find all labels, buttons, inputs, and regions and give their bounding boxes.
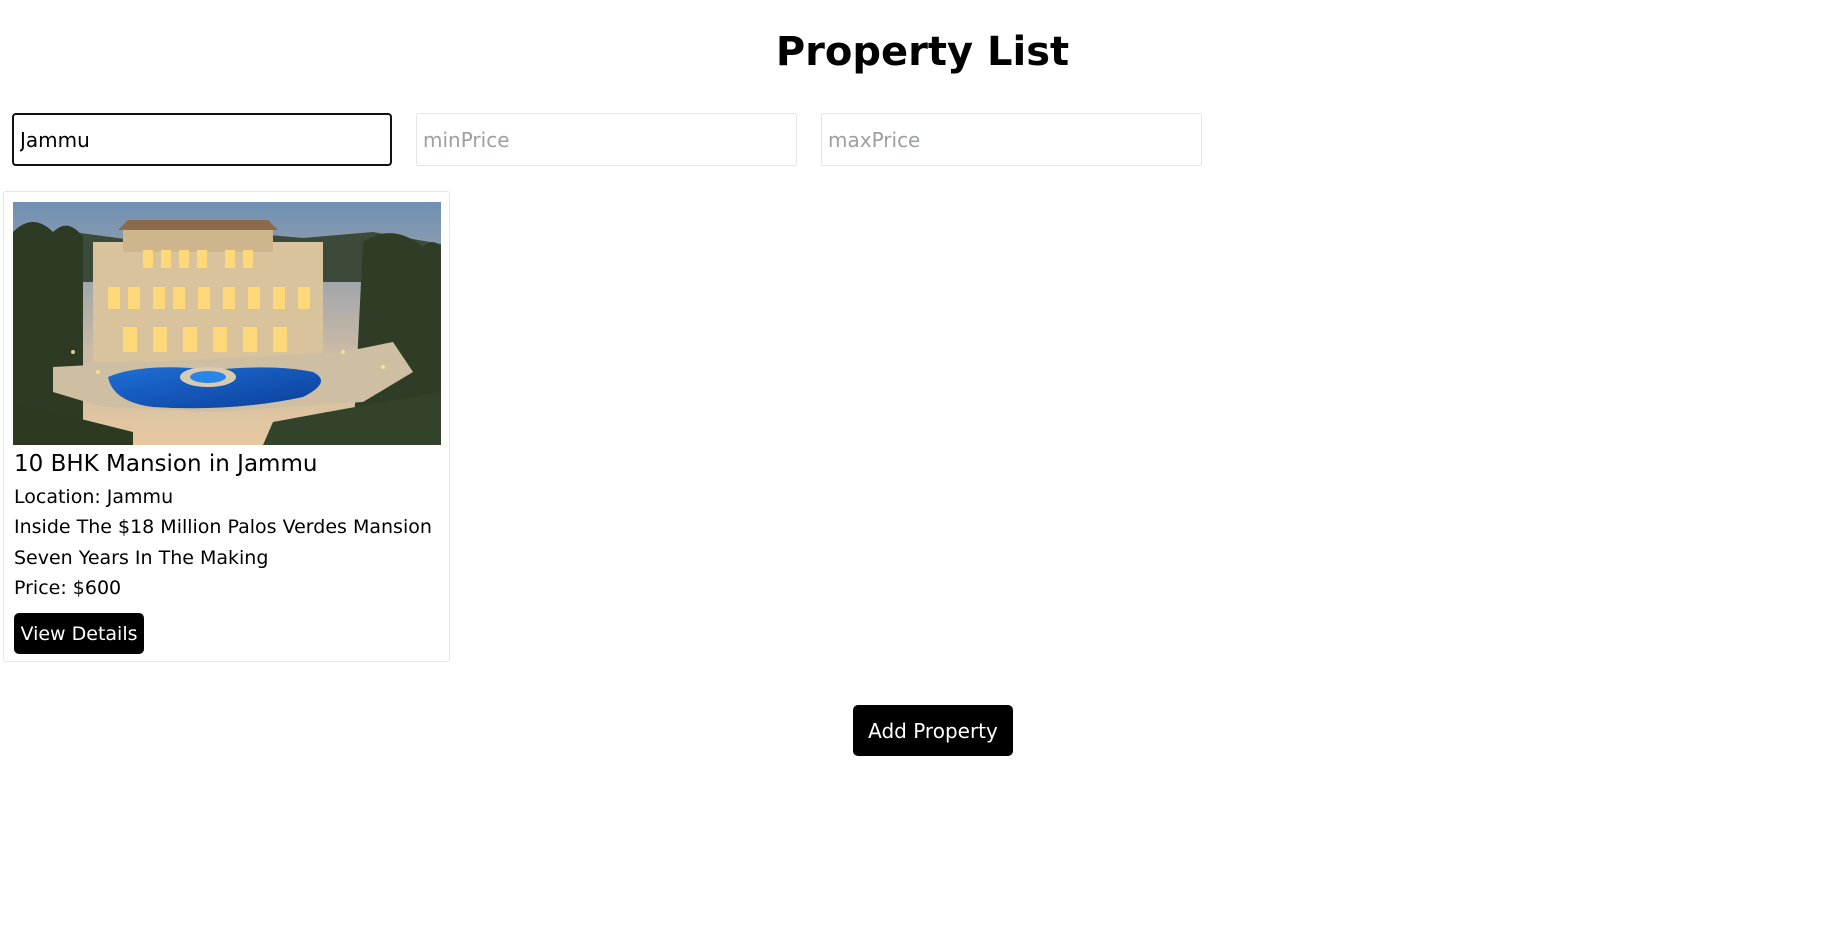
property-location: Location: Jammu [14,486,174,508]
location-filter-input[interactable] [12,113,392,166]
property-description-continued: Seven Years In The Making [14,547,269,569]
page-title: Property List [775,29,1070,75]
property-price: Price: $600 [14,577,122,599]
filter-bar [12,113,1212,166]
property-image [13,202,441,445]
property-card: 10 BHK Mansion in Jammu Location: Jammu … [3,191,450,662]
add-property-button[interactable]: Add Property [853,705,1013,756]
min-price-input[interactable] [416,113,797,166]
page: Property List Jammu minPrice maxPrice 10… [0,0,1833,932]
property-description: Inside The $18 Million Palos Verdes Mans… [14,516,432,538]
view-details-button[interactable]: View Details [14,613,144,654]
property-title: 10 BHK Mansion in Jammu [14,451,318,477]
max-price-input[interactable] [821,113,1202,166]
